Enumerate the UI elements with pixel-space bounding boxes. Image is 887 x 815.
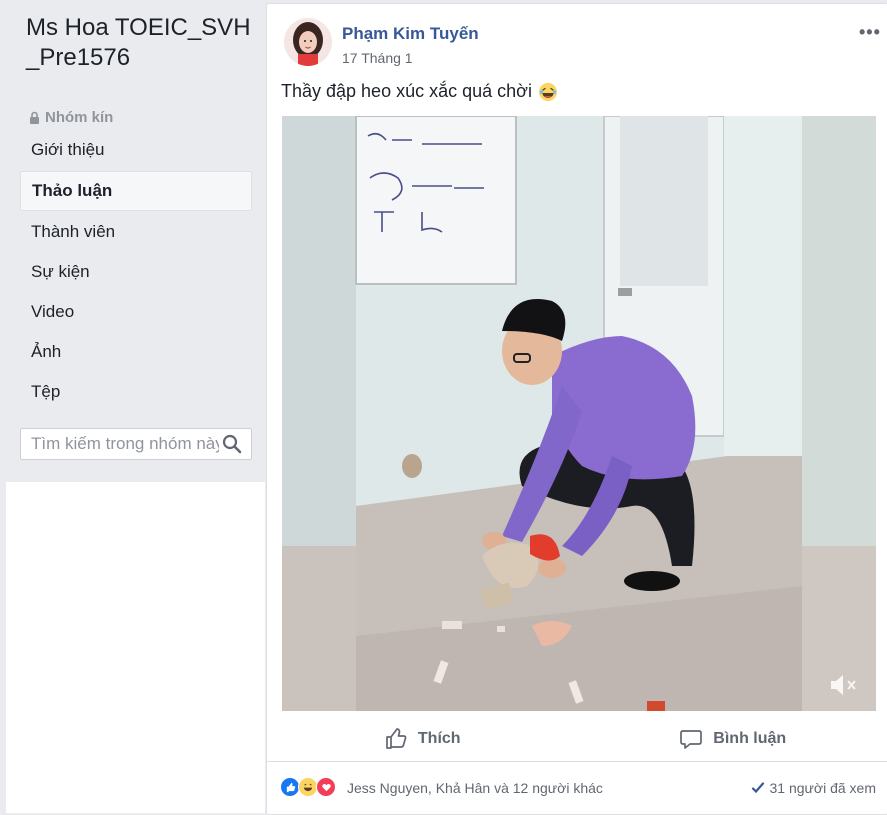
post-options-button[interactable]: ••• <box>859 22 881 43</box>
search-input[interactable] <box>21 433 221 455</box>
video-player[interactable] <box>282 116 876 711</box>
group-title[interactable]: Ms Hoa TOEIC_SVH_Pre1576 <box>26 13 261 73</box>
post-text: Thầy đập heo xúc xắc quá chời <box>281 81 532 102</box>
avatar-image <box>284 18 332 66</box>
group-search <box>20 428 252 460</box>
reactions-summary: Jess Nguyen, Khả Hân và 12 người khác 31… <box>267 761 887 814</box>
nav-item-events[interactable]: Sự kiện <box>20 253 252 291</box>
nav-item-members[interactable]: Thành viên <box>20 213 252 251</box>
group-nav: Giới thiệu Thảo luận Thành viên Sự kiện … <box>20 131 252 413</box>
sidebar-blank-panel <box>6 482 265 813</box>
group-sidebar: Ms Hoa TOEIC_SVH_Pre1576 Nhóm kín Giới t… <box>0 0 265 813</box>
checkmark-icon <box>751 781 765 795</box>
comment-button[interactable]: Bình luận <box>578 714 887 764</box>
nav-item-about[interactable]: Giới thiệu <box>20 131 252 169</box>
reaction-names[interactable]: Jess Nguyen, Khả Hân và 12 người khác <box>347 780 603 796</box>
author-avatar[interactable] <box>284 18 332 66</box>
video-frame <box>282 116 876 711</box>
like-icon <box>280 777 300 797</box>
search-icon[interactable] <box>221 433 243 455</box>
seen-count[interactable]: 31 người đã xem <box>751 780 877 796</box>
privacy-label: Nhóm kín <box>28 109 113 126</box>
post-actions: Thích Bình luận <box>267 714 887 764</box>
nav-item-photos[interactable]: Ảnh <box>20 333 252 371</box>
lock-icon <box>28 111 41 125</box>
comment-label: Bình luận <box>713 730 786 748</box>
nav-item-videos[interactable]: Video <box>20 293 252 331</box>
seen-text: 31 người đã xem <box>770 780 877 796</box>
privacy-text: Nhóm kín <box>45 109 113 126</box>
love-icon <box>316 777 336 797</box>
reaction-icons[interactable] <box>280 777 334 797</box>
feed-post: Phạm Kim Tuyến 17 Tháng 1 ••• Thầy đập h… <box>266 3 887 815</box>
thumbs-up-icon <box>384 727 408 751</box>
nav-item-files[interactable]: Tệp <box>20 373 252 411</box>
post-author[interactable]: Phạm Kim Tuyến <box>342 24 479 44</box>
like-label: Thích <box>418 730 461 748</box>
post-message: Thầy đập heo xúc xắc quá chời <box>281 81 558 102</box>
haha-icon <box>298 777 318 797</box>
post-timestamp[interactable]: 17 Tháng 1 <box>342 50 413 66</box>
mute-button[interactable] <box>827 671 859 699</box>
nav-item-discussion[interactable]: Thảo luận <box>20 171 252 211</box>
laughing-emoji-icon <box>538 82 558 102</box>
like-button[interactable]: Thích <box>267 714 578 764</box>
comment-icon <box>679 727 703 751</box>
